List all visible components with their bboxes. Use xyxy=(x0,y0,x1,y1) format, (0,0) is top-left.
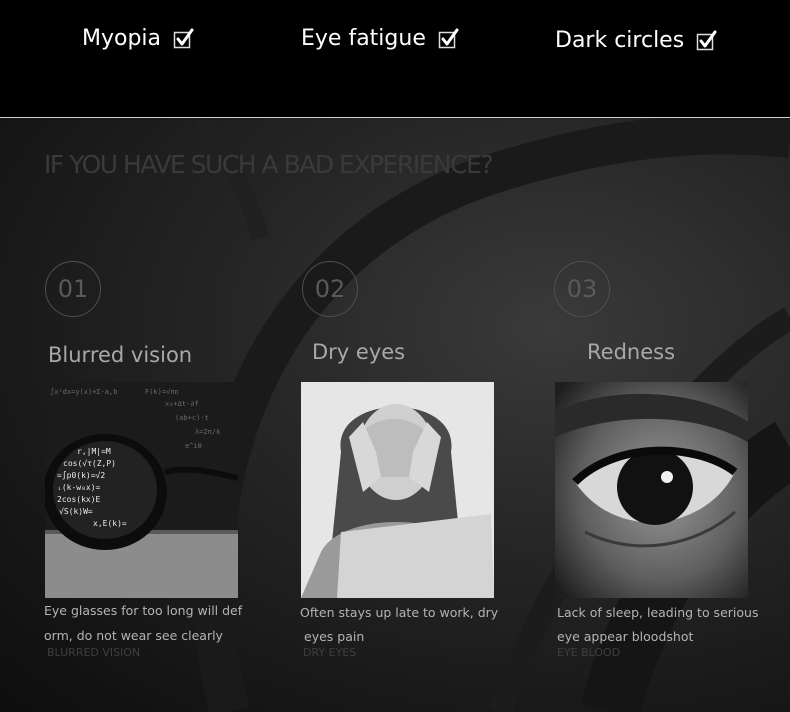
eye-closeup-image xyxy=(555,382,748,598)
page-headline: IF YOU HAVE SUCH A BAD EXPERIENCE? xyxy=(44,150,494,179)
checkbox-checked-icon xyxy=(696,30,718,52)
card-description-line: Eye glasses for too long will def xyxy=(44,603,243,618)
svg-text:∫x²dx=y(x)+Σ·a,b: ∫x²dx=y(x)+Σ·a,b xyxy=(50,387,117,396)
svg-text:e^iθ: e^iθ xyxy=(185,442,202,450)
card-description-line: Often stays up late to work, dry xyxy=(300,605,499,620)
step-number-badge: 02 xyxy=(302,261,358,317)
checklist-item-dark-circles: Dark circles xyxy=(555,28,718,53)
svg-text:(ab+c)·t: (ab+c)·t xyxy=(175,414,209,422)
card-title: Blurred vision xyxy=(48,343,193,367)
card-title: Redness xyxy=(587,340,676,364)
checklist-label: Eye fatigue xyxy=(301,26,426,51)
svg-text:ᵢ(k-w₀x)=: ᵢ(k-w₀x)= xyxy=(57,483,101,492)
card-description-line: Lack of sleep, leading to serious xyxy=(557,605,759,620)
svg-text:cos(√τ(Z,P): cos(√τ(Z,P) xyxy=(63,459,116,468)
svg-text:r,|M|=M: r,|M|=M xyxy=(77,447,111,456)
checkbox-checked-icon xyxy=(173,28,195,50)
svg-text:F(k)=√πn: F(k)=√πn xyxy=(145,388,179,396)
card-subtitle: BLURRED VISION xyxy=(47,646,141,659)
step-number-badge: 03 xyxy=(554,261,610,317)
svg-text:λ=2π/k: λ=2π/k xyxy=(195,428,221,436)
checklist-label: Dark circles xyxy=(555,28,685,53)
card-subtitle: DRY EYES xyxy=(303,646,357,659)
checkbox-checked-icon xyxy=(438,28,460,50)
card-description-line: orm, do not wear see clearly xyxy=(44,628,223,643)
symptom-checklist-bar: Myopia Eye fatigue Dark circles xyxy=(0,0,790,117)
checklist-label: Myopia xyxy=(82,26,162,51)
card-subtitle: EYE BLOOD xyxy=(557,646,621,659)
glasses-on-chalkboard-image: ∫x²dx=y(x)+Σ·a,b F(k)=√πn x₀+Δt·∂f (ab+c… xyxy=(45,382,238,598)
svg-text:2cos(kx)E: 2cos(kx)E xyxy=(57,495,101,504)
svg-text:x₀+Δt·∂f: x₀+Δt·∂f xyxy=(165,400,199,408)
step-number-badge: 01 xyxy=(45,261,101,317)
checklist-item-myopia: Myopia xyxy=(82,26,195,51)
symptoms-panel: IF YOU HAVE SUCH A BAD EXPERIENCE? 01 Bl… xyxy=(0,118,790,712)
svg-text:√S(k)W=: √S(k)W= xyxy=(59,507,93,516)
woman-covering-eyes-image xyxy=(301,382,494,598)
svg-text:x,E(k)=: x,E(k)= xyxy=(93,519,127,528)
card-description-line: eyes pain xyxy=(304,629,365,644)
checklist-item-eye-fatigue: Eye fatigue xyxy=(301,26,460,51)
card-description-line: eye appear bloodshot xyxy=(557,629,694,644)
svg-text:=∫p0(k)=√2: =∫p0(k)=√2 xyxy=(57,471,105,480)
card-title: Dry eyes xyxy=(312,340,406,364)
